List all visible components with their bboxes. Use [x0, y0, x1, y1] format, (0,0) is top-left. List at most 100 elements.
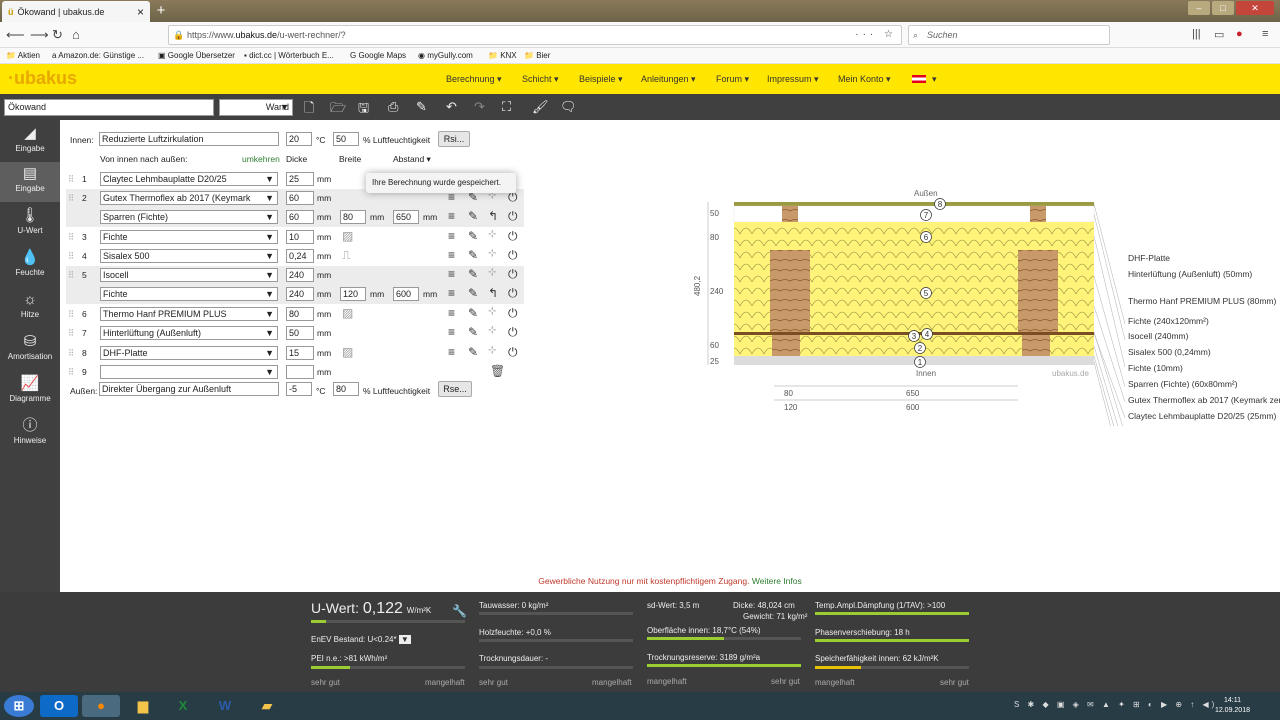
bookmark-amazon[interactable]: a Amazon.de: Günstige ... [52, 51, 144, 60]
material-select[interactable]: Isocell ▼ [100, 268, 278, 282]
thickness-input[interactable]: 240 [286, 287, 314, 301]
edit-pencil-icon[interactable]: ✎ [468, 209, 478, 223]
menu-anleitungen[interactable]: Anleitungen ▾ [641, 74, 696, 85]
material-select[interactable]: ▼ [100, 365, 278, 379]
drag-handle-icon[interactable]: ⠿ [68, 174, 74, 185]
austria-flag-icon[interactable] [912, 75, 926, 83]
outlook-taskbar-icon[interactable]: O [40, 695, 78, 717]
distance-input[interactable]: 600 [393, 287, 419, 301]
bookmark-dict[interactable]: ▪ dict.cc | Wörterbuch E... [244, 51, 334, 60]
bookmark-bier[interactable]: 📁 Bier [524, 51, 550, 60]
close-window-button[interactable]: ✕ [1236, 1, 1274, 15]
construction-type-select[interactable]: Wand ▼ [219, 99, 293, 116]
search-input[interactable]: ⌕ Suchen [908, 25, 1110, 45]
minimize-button[interactable]: – [1188, 1, 1210, 15]
reverse-link[interactable]: umkehren [242, 154, 280, 164]
inside-climate-input[interactable]: Reduzierte Luftzirkulation [99, 132, 279, 146]
open-folder-icon[interactable]: 🗁 [330, 99, 346, 121]
drag-handle-icon[interactable]: ⠿ [68, 367, 74, 378]
power-toggle-icon[interactable]: ⏻ [508, 306, 518, 321]
sign-icon[interactable]: ✎ [416, 99, 427, 115]
menu-mein-konto[interactable]: Mein Konto ▾ [838, 74, 891, 85]
drag-handle-icon[interactable]: ⠿ [68, 270, 74, 281]
layer-menu-icon[interactable]: ≡ [448, 325, 455, 339]
bookmark-mygully[interactable]: ◉ myGully.com [418, 51, 473, 60]
thickness-input[interactable]: 10 [286, 230, 314, 244]
thickness-input[interactable]: 25 [286, 172, 314, 186]
sidebar-item-diagramme[interactable]: 📈 Diagramme [0, 372, 60, 412]
thickness-input[interactable]: 240 [286, 268, 314, 282]
drag-handle-icon[interactable]: ⠿ [68, 328, 74, 339]
inside-temp-input[interactable]: 20 [286, 132, 312, 146]
power-toggle-icon[interactable]: ⏻ [508, 286, 518, 301]
url-bar[interactable]: 🔒 https://www.ubakus.de/u-wert-rechner/?… [168, 25, 902, 45]
pinterest-icon[interactable]: ● [1236, 28, 1243, 40]
add-sublayer-icon[interactable]: ⊹ [488, 229, 496, 240]
back-icon[interactable]: ⟵ [6, 27, 25, 43]
inside-humidity-input[interactable]: 50 [333, 132, 359, 146]
power-toggle-icon[interactable]: ⏻ [508, 229, 518, 244]
sidebar-item-u-wert[interactable]: 🌡 U-Wert [0, 204, 60, 244]
wrench-icon[interactable]: 🔧 [452, 604, 467, 618]
menu-beispiele[interactable]: Beispiele ▾ [579, 74, 623, 85]
sidebar-icon[interactable]: ▭ [1214, 28, 1224, 41]
return-arrow-icon[interactable]: ↰ [488, 286, 498, 300]
close-tab-icon[interactable]: × [137, 5, 144, 19]
edit-pencil-icon[interactable]: ✎ [468, 267, 478, 281]
menu-icon[interactable]: ≡ [1262, 28, 1268, 40]
menu-forum[interactable]: Forum ▾ [716, 74, 749, 85]
comment-icon[interactable]: 🗨 [560, 99, 577, 115]
home-icon[interactable]: ⌂ [72, 27, 80, 42]
language-dropdown-icon[interactable]: ▾ [932, 74, 937, 85]
width-input[interactable]: 120 [340, 287, 366, 301]
material-select[interactable]: DHF-Platte ▼ [100, 346, 278, 360]
fullscreen-icon[interactable]: ⛶ [502, 99, 511, 115]
thickness-input[interactable]: 60 [286, 210, 314, 224]
outside-humidity-input[interactable]: 80 [333, 382, 359, 396]
brush-icon[interactable]: 🖌 [532, 99, 549, 115]
save-icon[interactable]: 🖫 [358, 99, 369, 121]
sidebar-item-eingabe-2[interactable]: ▤ Eingabe [0, 162, 60, 202]
new-file-icon[interactable]: 🗋 [304, 99, 314, 121]
thickness-input[interactable]: 0,24 [286, 249, 314, 263]
drag-handle-icon[interactable]: ⠿ [68, 193, 74, 204]
material-select[interactable]: Hinterlüftung (Außenluft) ▼ [100, 326, 278, 340]
edit-pencil-icon[interactable]: ✎ [468, 248, 478, 262]
excel-taskbar-icon[interactable]: X [164, 695, 202, 717]
edit-pencil-icon[interactable]: ✎ [468, 325, 478, 339]
redo-icon[interactable]: ↷ [474, 99, 485, 115]
system-tray-icons[interactable]: S ✱ ◆ ▣ ◈ ✉ ▲ ✦ ⊞ ◐ ▶ ⊕ ↑ ◀) [1014, 700, 1217, 709]
rsi-button[interactable]: Rsi... [438, 131, 470, 147]
undo-icon[interactable]: ↶ [446, 99, 457, 115]
thickness-input[interactable]: 50 [286, 326, 314, 340]
bookmark-knx[interactable]: 📁 KNX [488, 51, 517, 60]
add-sublayer-icon[interactable]: ⊹ [488, 325, 496, 336]
distance-input[interactable]: 650 [393, 210, 419, 224]
library-icon[interactable]: ||| [1192, 28, 1201, 40]
add-sublayer-icon[interactable]: ⊹ [488, 306, 496, 317]
menu-schicht[interactable]: Schicht ▾ [522, 74, 559, 85]
edit-pencil-icon[interactable]: ✎ [468, 345, 478, 359]
material-select[interactable]: Thermo Hanf PREMIUM PLUS ▼ [100, 307, 278, 321]
add-sublayer-icon[interactable]: ⊹ [488, 248, 496, 259]
app-taskbar-icon[interactable]: ▰ [248, 695, 286, 717]
bookmark-aktien[interactable]: 📁 Aktien [6, 51, 40, 60]
new-tab-button[interactable]: + [152, 1, 170, 21]
distance-header[interactable]: Abstand ▾ [393, 154, 431, 165]
start-button[interactable]: ⊞ [4, 695, 34, 717]
page-actions-icon[interactable]: ··· ☆ [855, 26, 897, 44]
forward-icon[interactable]: ⟶ [30, 27, 49, 43]
menu-impressum[interactable]: Impressum ▾ [767, 74, 819, 85]
material-select[interactable]: Fichte ▼ [100, 287, 278, 301]
width-input[interactable]: 80 [340, 210, 366, 224]
material-select[interactable]: Claytec Lehmbauplatte D20/25 ▼ [100, 172, 278, 186]
word-taskbar-icon[interactable]: W [206, 695, 244, 717]
project-name-input[interactable]: Ökowand [4, 99, 214, 116]
outside-climate-input[interactable]: Direkter Übergang zur Außenluft [99, 382, 279, 396]
power-toggle-icon[interactable]: ⏻ [508, 345, 518, 360]
power-toggle-icon[interactable]: ⏻ [508, 325, 518, 340]
drag-handle-icon[interactable]: ⠿ [68, 251, 74, 262]
maximize-button[interactable]: □ [1212, 1, 1234, 15]
material-select[interactable]: Sisalex 500 ▼ [100, 249, 278, 263]
rse-button[interactable]: Rse... [438, 381, 472, 397]
